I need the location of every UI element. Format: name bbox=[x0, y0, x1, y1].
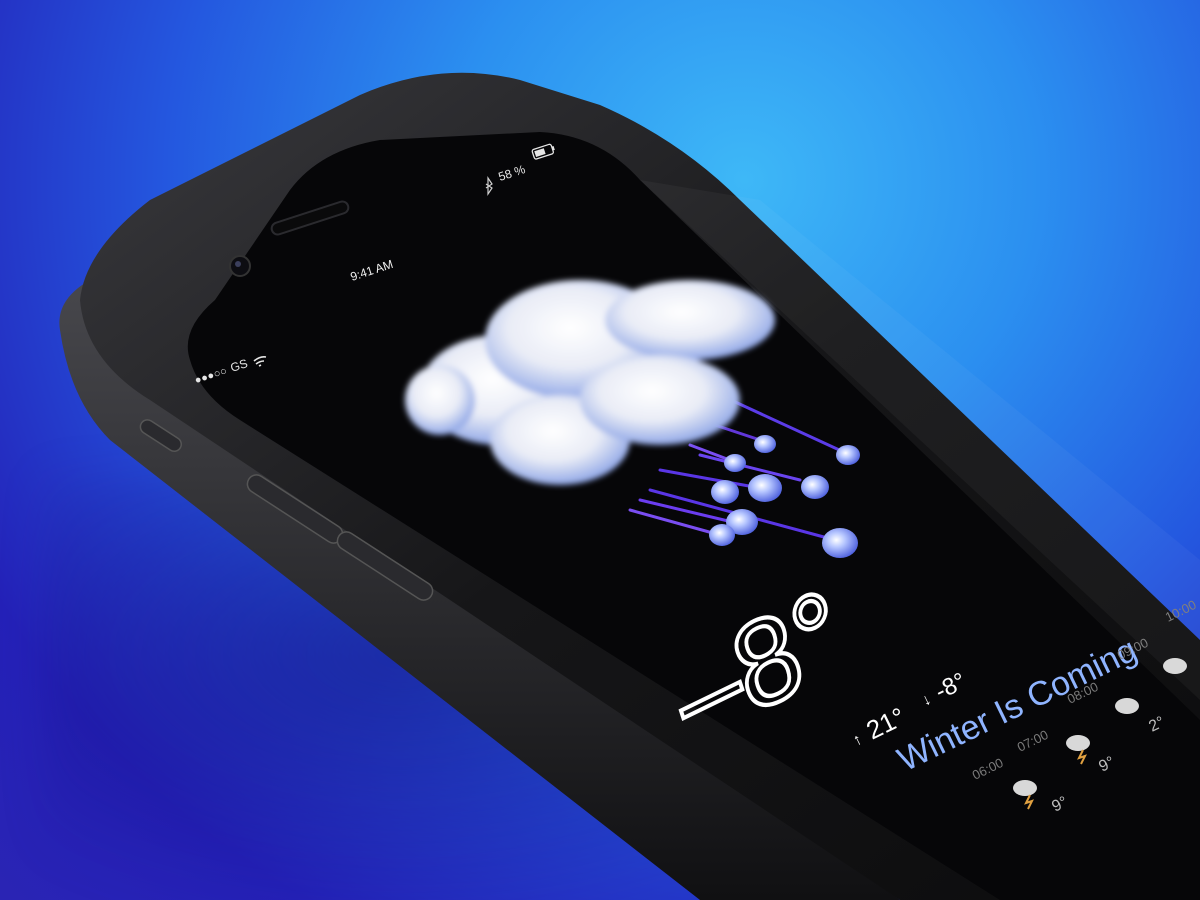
background-scene: ●●●○○ GS 9:41 AM 58 % –8° ↑ 21° ↓ -8° Wi… bbox=[0, 0, 1200, 900]
rain-drop bbox=[724, 454, 746, 472]
rain-drop bbox=[748, 474, 782, 502]
rain-drop bbox=[801, 475, 829, 499]
rain-drop bbox=[822, 528, 858, 558]
rain-drop bbox=[754, 435, 776, 453]
phone-device: ●●●○○ GS 9:41 AM 58 % –8° ↑ 21° ↓ -8° Wi… bbox=[59, 72, 1200, 900]
camera-lens bbox=[235, 261, 241, 267]
rain-drop bbox=[709, 524, 735, 546]
storm-cloud-icon bbox=[1115, 698, 1139, 714]
rain-drop bbox=[836, 445, 860, 465]
rain-drop bbox=[711, 480, 739, 504]
